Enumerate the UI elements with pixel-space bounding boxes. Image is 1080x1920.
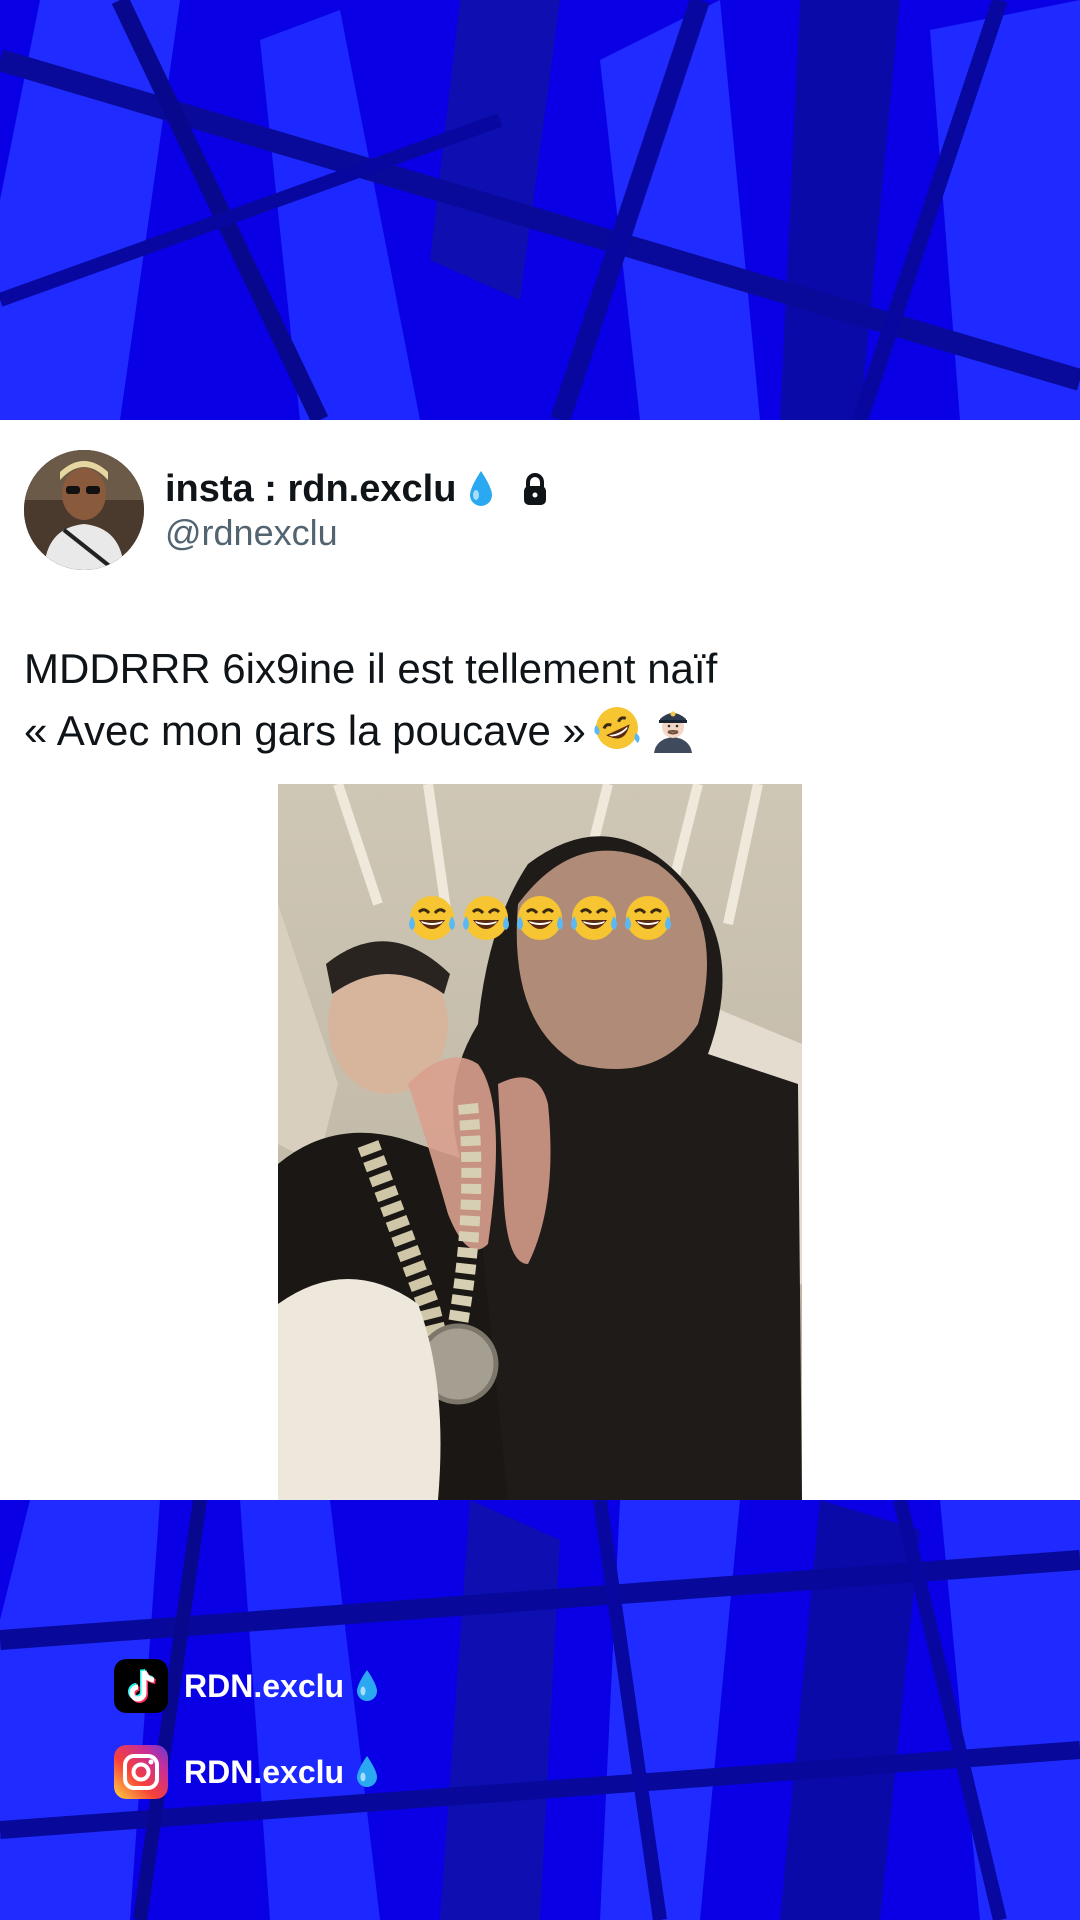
instagram-icon [114, 1745, 168, 1799]
laughing-tears-emoji [571, 896, 617, 940]
laughing-tears-emoji [409, 896, 455, 940]
story-page: insta : rdn.exclu @rdnexclu MDDRRR 6ix9i… [0, 0, 1080, 1920]
tweet-text-line-2: « Avec mon gars la poucave » [24, 700, 1054, 762]
social-row-tiktok[interactable]: RDN.exclu [114, 1658, 380, 1714]
social-row-instagram[interactable]: RDN.exclu [114, 1744, 380, 1800]
lock-icon [524, 473, 547, 505]
laughing-tears-emoji [463, 896, 509, 940]
tweet-card[interactable]: insta : rdn.exclu @rdnexclu MDDRRR 6ix9i… [0, 420, 1080, 1500]
tiktok-icon [114, 1659, 168, 1713]
tweet-text: MDDRRR 6ix9ine il est tellement naïf « A… [24, 638, 1054, 762]
name-row: insta : rdn.exclu [165, 462, 550, 516]
tweet-text-line-1: MDDRRR 6ix9ine il est tellement naïf [24, 645, 718, 692]
police-officer-emoji [653, 711, 692, 753]
laughing-tears-emoji [625, 896, 671, 940]
handle[interactable]: @rdnexclu [165, 512, 338, 554]
avatar[interactable] [24, 450, 144, 570]
social-links: RDN.exclu RDN.exclu [114, 1658, 380, 1830]
background-top [0, 0, 1080, 420]
water-drop-icon [357, 1756, 378, 1787]
instagram-label: RDN.exclu [184, 1753, 345, 1790]
tweet-media[interactable] [278, 784, 802, 1500]
display-name[interactable]: insta : rdn.exclu [165, 468, 456, 511]
tiktok-label: RDN.exclu [184, 1667, 345, 1704]
tweet-text-line-2-text: « Avec mon gars la poucave » [24, 707, 586, 754]
media-emoji-overlay [406, 892, 674, 944]
water-drop-icon [357, 1670, 378, 1701]
laughing-tears-emoji [517, 896, 563, 940]
rolling-laughing-emoji [594, 707, 640, 749]
water-drop-icon [470, 471, 493, 506]
